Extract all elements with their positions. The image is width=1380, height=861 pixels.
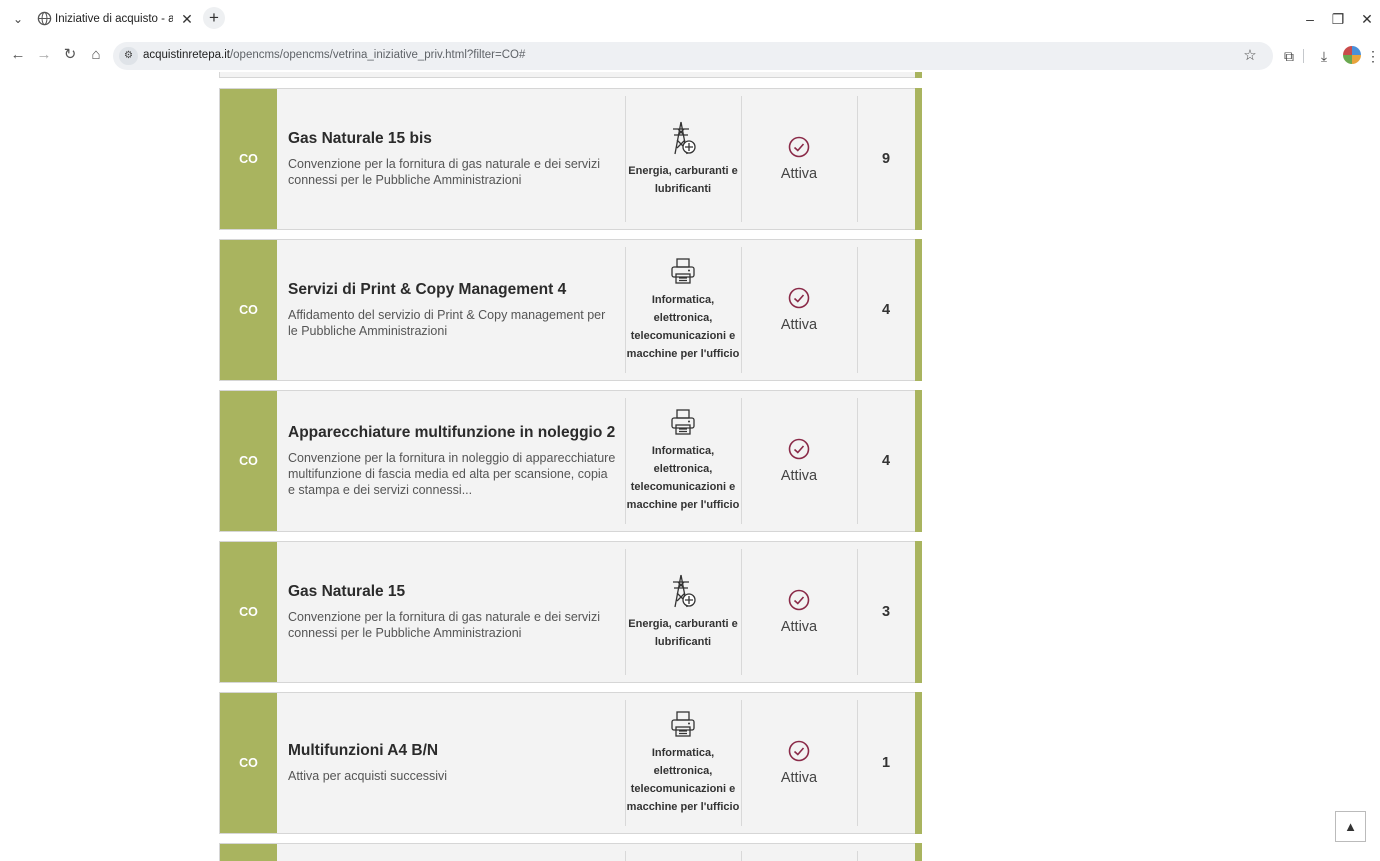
category-label: Informatica, elettronica, telecomunicazi…	[626, 445, 740, 511]
initiative-count: 4	[881, 302, 891, 318]
initiative-category: Informatica, elettronica, telecomunicazi…	[625, 391, 741, 531]
initiative-count: 3	[881, 604, 891, 620]
extensions-icon[interactable]: ⧉	[1279, 46, 1299, 66]
initiative-status: Attiva	[741, 240, 857, 380]
check-circle-icon	[788, 287, 810, 309]
tab-search-chevron-icon[interactable]: ⌄	[8, 9, 28, 29]
initiative-category: Energia, carburanti e lubrificanti	[625, 542, 741, 682]
initiative-count: 1	[881, 755, 891, 771]
initiative-title[interactable]: Apparecchiature multifunzione in noleggi…	[288, 424, 618, 442]
tab-title: Iniziative di acquisto - acquistin	[55, 13, 173, 25]
initiative-card[interactable]: CO Servizi di Print & Copy Management 4 …	[219, 239, 922, 381]
printer-icon	[671, 258, 695, 284]
close-window-icon[interactable]: ✕	[1357, 10, 1377, 28]
initiative-card[interactable]: CO Apparecchiature multifunzione in nole…	[219, 390, 922, 532]
initiative-title[interactable]: Multifunzioni A4 B/N	[288, 742, 618, 760]
profile-avatar[interactable]	[1343, 46, 1361, 64]
back-icon[interactable]: ←	[9, 46, 27, 64]
site-info-icon[interactable]: ⚙	[119, 47, 138, 65]
browser-tab[interactable]: Iniziative di acquisto - acquistin ✕	[31, 7, 199, 32]
minimize-icon[interactable]: –	[1300, 10, 1320, 28]
card-partial-top	[219, 72, 922, 78]
status-label: Attiva	[780, 770, 818, 786]
initiative-card[interactable]: CO Gas Naturale 15 bis Convenzione per l…	[219, 88, 922, 230]
check-circle-icon	[788, 438, 810, 460]
forward-icon[interactable]: →	[35, 46, 53, 64]
toolbar-divider	[1303, 49, 1304, 63]
chevron-up-icon: ▲	[1344, 819, 1357, 834]
divider	[625, 851, 626, 861]
initiative-category: Energia, carburanti e lubrificanti	[625, 89, 741, 229]
initiative-card[interactable]: CO Gas Naturale 15 Convenzione per la fo…	[219, 541, 922, 683]
new-tab-button[interactable]: +	[203, 7, 225, 29]
check-circle-icon	[788, 589, 810, 611]
url-text[interactable]: acquistinretepa.it/opencms/opencms/vetri…	[143, 49, 525, 61]
menu-kebab-icon[interactable]: ⋮	[1366, 46, 1380, 66]
printer-icon	[671, 409, 695, 435]
initiative-category: Informatica, elettronica, telecomunicazi…	[625, 240, 741, 380]
initiative-status: Attiva	[741, 89, 857, 229]
scroll-to-top-button[interactable]: ▲	[1335, 811, 1366, 842]
initiative-status: Attiva	[741, 693, 857, 833]
category-label: Informatica, elettronica, telecomunicazi…	[626, 747, 740, 813]
card-partial-bottom	[219, 843, 922, 861]
close-tab-icon[interactable]: ✕	[179, 10, 195, 28]
restore-icon[interactable]: ❐	[1328, 10, 1348, 28]
initiative-description: Convenzione per la fornitura di gas natu…	[288, 157, 600, 187]
check-circle-icon	[788, 136, 810, 158]
reload-icon[interactable]: ↻	[61, 46, 79, 64]
browser-tab-bar: ⌄ Iniziative di acquisto - acquistin ✕ +…	[0, 0, 1380, 38]
initiative-description: Attiva per acquisti successivi	[288, 769, 448, 783]
initiative-category: Informatica, elettronica, telecomunicazi…	[625, 693, 741, 833]
initiative-count: 9	[881, 151, 891, 167]
status-label: Attiva	[780, 468, 818, 484]
divider	[741, 851, 742, 861]
initiative-code-badge: CO	[220, 240, 277, 380]
initiative-title[interactable]: Servizi di Print & Copy Management 4	[288, 281, 618, 299]
url-path: /opencms/opencms/vetrina_iniziative_priv…	[229, 49, 526, 61]
initiative-count: 4	[881, 453, 891, 469]
bookmark-star-icon[interactable]: ☆	[1241, 47, 1259, 65]
initiative-description: Affidamento del servizio di Print & Copy…	[288, 308, 606, 338]
divider	[857, 851, 858, 861]
check-circle-icon	[788, 740, 810, 762]
status-label: Attiva	[780, 317, 818, 333]
initiative-title[interactable]: Gas Naturale 15 bis	[288, 130, 618, 148]
initiative-code-badge: CO	[220, 542, 277, 682]
category-label: Informatica, elettronica, telecomunicazi…	[626, 294, 740, 360]
initiative-status: Attiva	[741, 391, 857, 531]
download-icon[interactable]: ⤓	[1314, 46, 1334, 66]
initiative-description: Convenzione per la fornitura di gas natu…	[288, 610, 600, 640]
home-icon[interactable]: ⌂	[87, 46, 105, 64]
initiative-title[interactable]: Gas Naturale 15	[288, 583, 618, 601]
initiative-code-badge	[220, 844, 277, 861]
initiative-card[interactable]: CO Multifunzioni A4 B/N Attiva per acqui…	[219, 692, 922, 834]
status-label: Attiva	[780, 619, 818, 635]
initiative-info: Servizi di Print & Copy Management 4 Aff…	[288, 240, 618, 380]
status-label: Attiva	[780, 166, 818, 182]
category-label: Energia, carburanti e lubrificanti	[628, 165, 738, 195]
initiative-info: Multifunzioni A4 B/N Attiva per acquisti…	[288, 693, 618, 833]
category-label: Energia, carburanti e lubrificanti	[628, 618, 738, 648]
url-domain: acquistinretepa.it	[143, 49, 230, 61]
initiative-info: Gas Naturale 15 bis Convenzione per la f…	[288, 89, 618, 229]
power-tower-icon	[673, 574, 696, 608]
power-tower-icon	[673, 121, 696, 155]
printer-icon	[671, 711, 695, 737]
address-bar[interactable]: ⚙ acquistinretepa.it/opencms/opencms/vet…	[113, 42, 1273, 70]
initiative-info: Apparecchiature multifunzione in noleggi…	[288, 391, 618, 531]
initiative-info: Gas Naturale 15 Convenzione per la forni…	[288, 542, 618, 682]
initiative-description: Convenzione per la fornitura in noleggio…	[288, 451, 616, 497]
initiative-code-badge: CO	[220, 89, 277, 229]
globe-icon	[37, 11, 52, 26]
page-content: CO Gas Naturale 15 bis Convenzione per l…	[0, 72, 1380, 861]
browser-toolbar: ← → ↻ ⌂ ⚙ acquistinretepa.it/opencms/ope…	[0, 38, 1380, 72]
initiative-code-badge: CO	[220, 391, 277, 531]
initiative-code-badge: CO	[220, 693, 277, 833]
initiative-status: Attiva	[741, 542, 857, 682]
